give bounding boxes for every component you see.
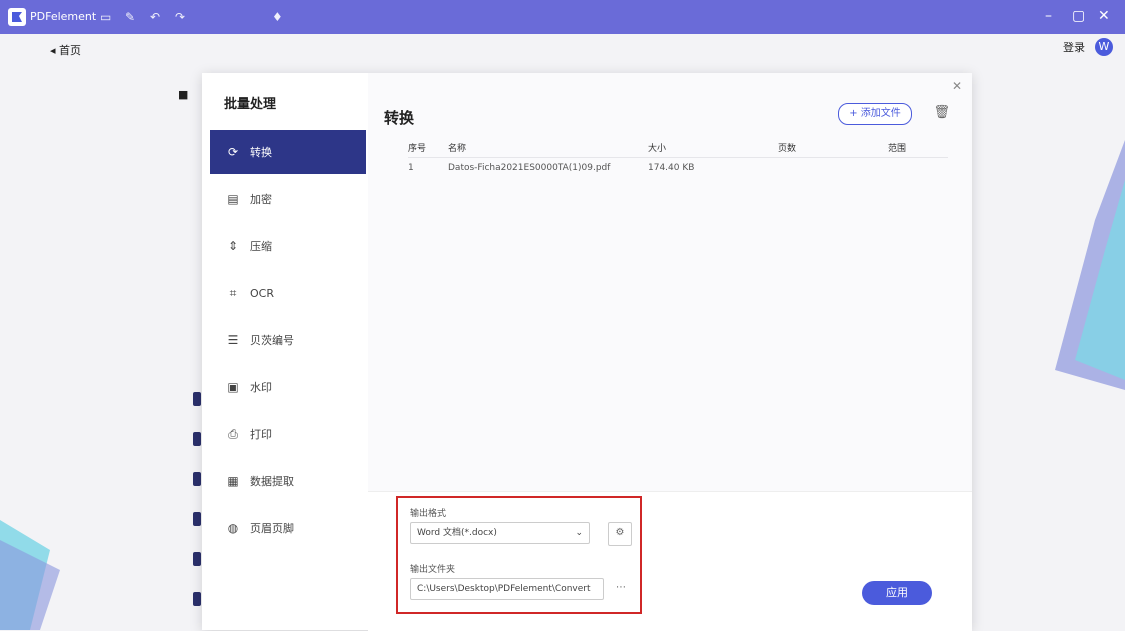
nav-label: 打印 xyxy=(250,428,272,441)
compress-icon: ⇕ xyxy=(227,239,239,253)
login-link[interactable]: 登录 xyxy=(1063,39,1085,55)
col-size-header: 大小 xyxy=(648,143,667,154)
output-settings: 输出格式 Word 文档(*.docx) ⌄ ⚙ 输出文件夹 C:\Users\… xyxy=(368,491,972,631)
col-name-header: 名称 xyxy=(448,143,467,154)
nav-item-data-extract[interactable]: ▦ 数据提取 xyxy=(210,459,366,503)
batch-process-dialog: 批量处理 ⟳ 转换 ▤ 加密 ⇕ 压缩 ⌗ OCR ☰ 贝茨编号 ▣ 水印 ⎙ … xyxy=(202,73,972,631)
header-footer-icon: ◍ xyxy=(227,521,239,535)
bg-file-icon xyxy=(193,592,201,606)
nav-label: 压缩 xyxy=(250,240,272,253)
sidebar-title: 批量处理 xyxy=(224,97,277,112)
dialog-title: 转换 xyxy=(384,109,415,127)
nav-label: 数据提取 xyxy=(250,475,294,488)
home-link[interactable]: ◂ 首页 xyxy=(50,42,81,58)
file-table: 序号 名称 大小 页数 范围 1 Datos-Ficha2021ES0000TA… xyxy=(408,137,948,178)
bg-file-icon xyxy=(193,512,201,526)
background-panel: ■ xyxy=(178,80,202,630)
nav-item-header-footer[interactable]: ◍ 页眉页脚 xyxy=(210,506,366,550)
avatar[interactable]: W xyxy=(1095,38,1113,56)
undo-icon[interactable]: ↶ xyxy=(150,10,160,24)
add-file-button[interactable]: + 添加文件 xyxy=(838,103,912,125)
nav-item-watermark[interactable]: ▣ 水印 xyxy=(210,365,366,409)
close-icon[interactable]: ✕ xyxy=(1098,8,1110,24)
folder-label: 输出文件夹 xyxy=(410,565,456,575)
more-icon[interactable]: ⋯ xyxy=(610,578,632,600)
right-tools: 登录 W xyxy=(1063,38,1113,56)
bg-file-icon xyxy=(193,552,201,566)
edit-icon[interactable]: ✎ xyxy=(125,10,135,24)
cell-index: 1 xyxy=(408,163,414,173)
nav-label: 转换 xyxy=(250,146,272,159)
bg-file-icon xyxy=(193,432,201,446)
table-header: 序号 名称 大小 页数 范围 xyxy=(408,137,948,158)
dialog-sidebar: 批量处理 ⟳ 转换 ▤ 加密 ⇕ 压缩 ⌗ OCR ☰ 贝茨编号 ▣ 水印 ⎙ … xyxy=(202,73,368,630)
format-value: Word 文档(*.docx) xyxy=(417,528,497,538)
encrypt-icon: ▤ xyxy=(227,192,239,206)
folder-path-input[interactable]: C:\Users\Desktop\PDFelement\Convert xyxy=(410,578,604,600)
bg-letter: ■ xyxy=(178,88,189,101)
trash-icon[interactable]: 🗑 xyxy=(933,105,950,120)
home-label: 首页 xyxy=(59,44,82,57)
format-label: 输出格式 xyxy=(410,509,447,519)
bell-icon[interactable]: ♦ xyxy=(272,10,283,24)
app-logo xyxy=(8,8,26,26)
folder-value: C:\Users\Desktop\PDFelement\Convert xyxy=(417,584,591,594)
watermark-icon: ▣ xyxy=(227,380,239,394)
apply-button[interactable]: 应用 xyxy=(862,581,932,605)
nav-item-compress[interactable]: ⇕ 压缩 xyxy=(210,224,366,268)
nav-label: 页眉页脚 xyxy=(250,522,294,535)
bg-file-icon xyxy=(193,392,201,406)
bg-file-icon xyxy=(193,472,201,486)
convert-icon: ⟳ xyxy=(227,145,239,159)
chevron-down-icon: ⌄ xyxy=(575,528,583,538)
print-icon: ⎙ xyxy=(228,427,238,441)
nav-item-print[interactable]: ⎙ 打印 xyxy=(210,412,366,456)
nav-item-ocr[interactable]: ⌗ OCR xyxy=(210,271,366,315)
nav-label: 贝茨编号 xyxy=(250,334,294,347)
col-range-header: 范围 xyxy=(888,143,907,154)
minimize-icon[interactable]: – xyxy=(1045,8,1052,24)
highlight-box: 输出格式 Word 文档(*.docx) ⌄ ⚙ 输出文件夹 C:\Users\… xyxy=(396,496,642,614)
redo-icon[interactable]: ↷ xyxy=(175,10,185,24)
data-extract-icon: ▦ xyxy=(227,474,239,488)
settings-icon[interactable]: ⚙ xyxy=(608,522,632,546)
table-row[interactable]: 1 Datos-Ficha2021ES0000TA(1)09.pdf 174.4… xyxy=(408,158,948,178)
file-icon[interactable]: ▭ xyxy=(100,10,111,24)
bates-icon: ☰ xyxy=(227,333,239,347)
maximize-icon[interactable]: ▢ xyxy=(1072,8,1085,24)
cell-size: 174.40 KB xyxy=(648,163,695,173)
col-pages-header: 页数 xyxy=(778,143,797,154)
nav-item-bates[interactable]: ☰ 贝茨编号 xyxy=(210,318,366,362)
nav-item-convert[interactable]: ⟳ 转换 xyxy=(210,130,366,174)
nav-item-encrypt[interactable]: ▤ 加密 xyxy=(210,177,366,221)
decoration-right xyxy=(1055,140,1125,390)
format-select[interactable]: Word 文档(*.docx) ⌄ xyxy=(410,522,590,544)
col-index-header: 序号 xyxy=(408,143,427,154)
app-name: PDFelement xyxy=(30,10,97,23)
top-bar: ◂ 首页 登录 W xyxy=(0,34,1125,62)
nav-label: OCR xyxy=(250,286,274,300)
decoration-left xyxy=(0,520,60,630)
nav-label: 水印 xyxy=(250,381,272,394)
close-icon[interactable]: ✕ xyxy=(952,79,962,93)
title-bar: PDFelement ▭ ✎ ↶ ↷ ♦ – ▢ ✕ xyxy=(0,0,1125,34)
cell-name: Datos-Ficha2021ES0000TA(1)09.pdf xyxy=(448,163,611,173)
nav-label: 加密 xyxy=(250,193,272,206)
ocr-icon: ⌗ xyxy=(229,286,237,300)
home-arrow-icon: ◂ xyxy=(50,44,56,57)
dialog-main: ✕ 转换 + 添加文件 🗑 序号 名称 大小 页数 范围 1 Datos-Fic… xyxy=(368,73,972,631)
